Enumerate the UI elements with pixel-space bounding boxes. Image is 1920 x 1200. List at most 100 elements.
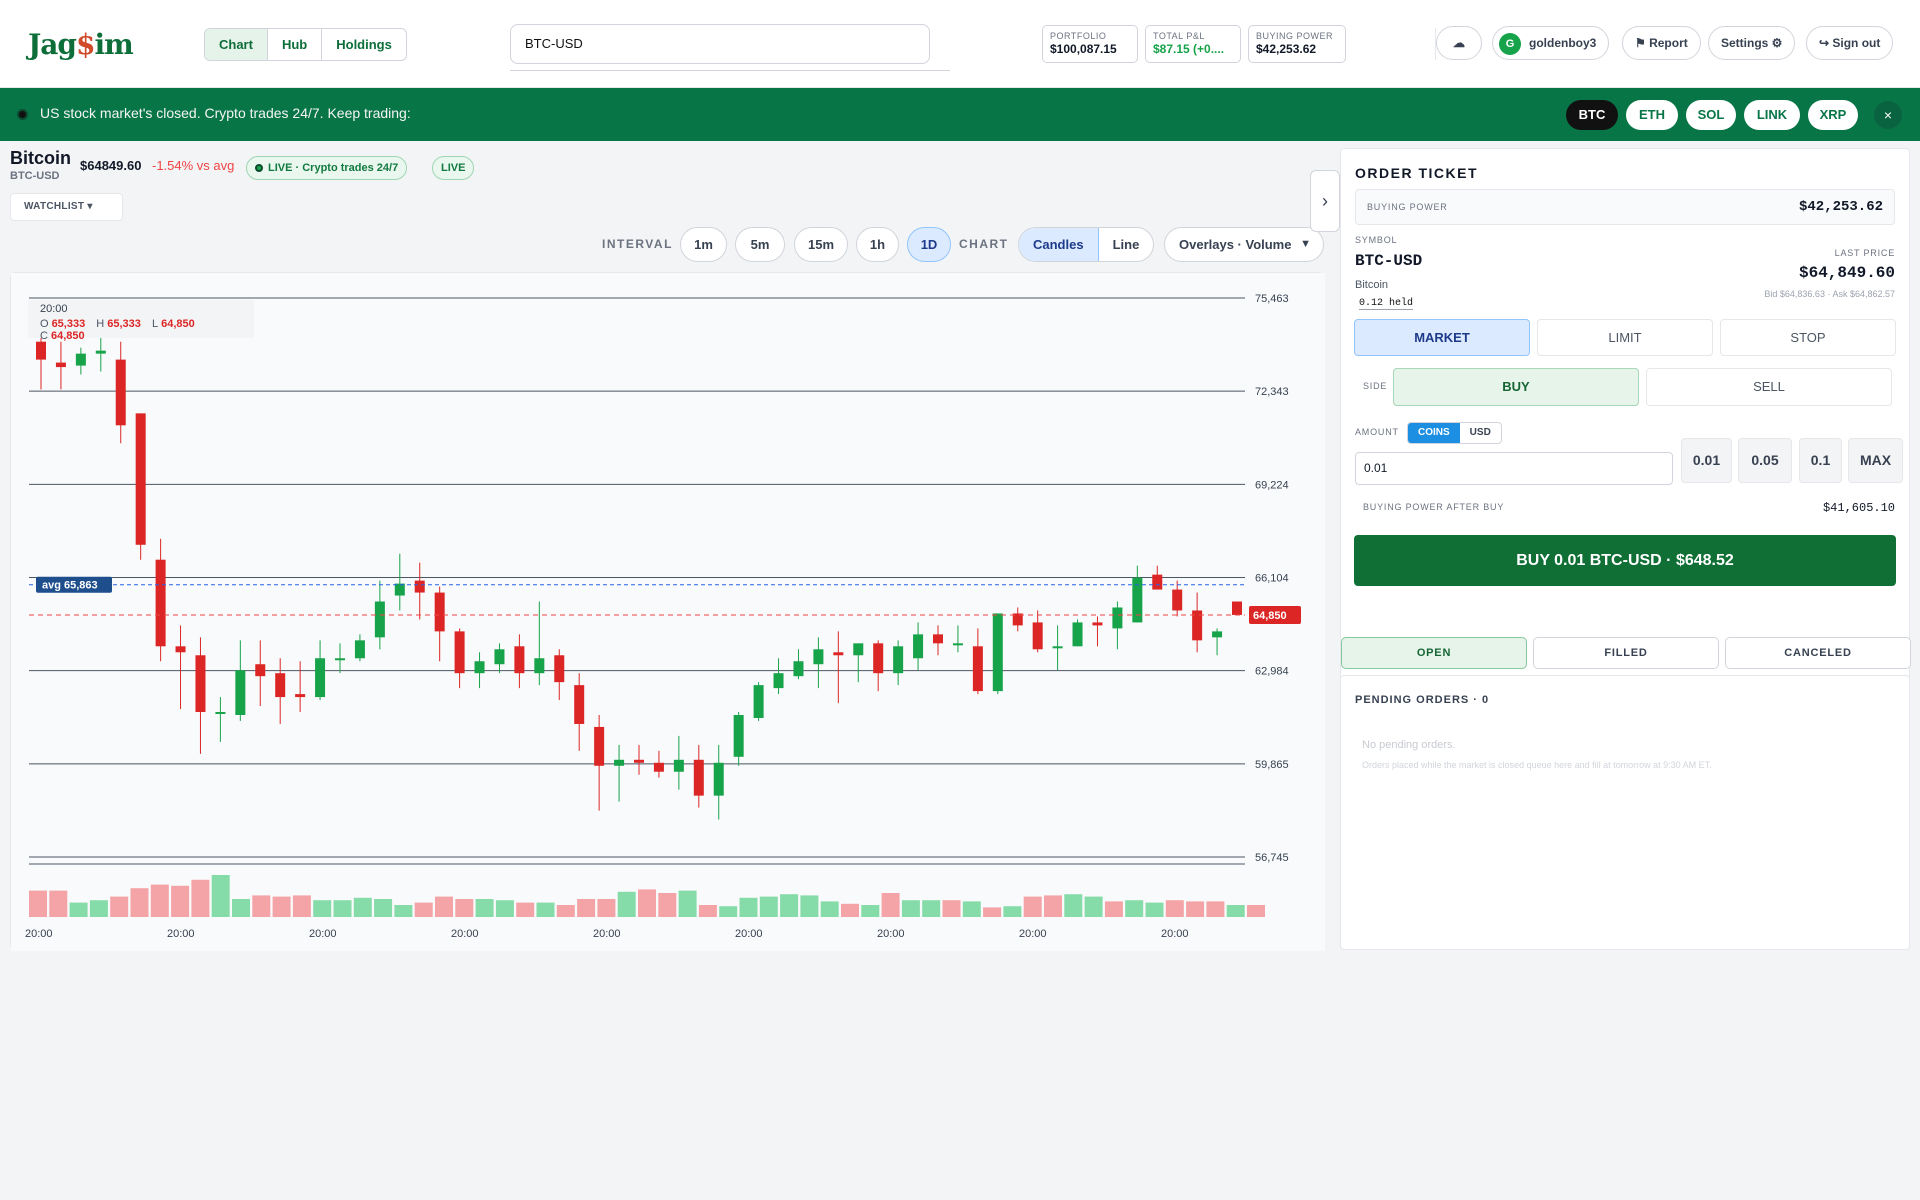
candle-body <box>853 643 864 656</box>
candle-body <box>514 646 525 674</box>
coin-pill-xrp[interactable]: XRP <box>1808 100 1858 130</box>
volume-bar <box>780 894 799 917</box>
volume-bar <box>1226 905 1245 917</box>
coin-pill-link[interactable]: LINK <box>1744 100 1800 130</box>
ohlc-high: 65,333 <box>107 318 141 330</box>
coin-pill-sol[interactable]: SOL <box>1686 100 1736 130</box>
app-logo[interactable]: Jag$im <box>28 22 134 66</box>
order-type-limit[interactable]: LIMIT <box>1537 319 1713 356</box>
volume-bar <box>1023 896 1042 917</box>
coin-pill-eth[interactable]: ETH <box>1626 100 1678 130</box>
volume-bar <box>698 905 717 917</box>
volume-bar <box>759 896 778 917</box>
candle-body <box>713 762 724 796</box>
theme-icon: ☁ <box>1453 36 1465 50</box>
tab-filled-orders[interactable]: FILLED <box>1533 637 1719 669</box>
overlays-dropdown[interactable]: Overlays · Volume ▼ <box>1164 227 1324 262</box>
asset-symbol: BTC-USD <box>10 170 60 182</box>
report-button[interactable]: ⚑ Report <box>1622 26 1701 60</box>
candle-body <box>733 714 744 757</box>
side-sell-button[interactable]: SELL <box>1646 368 1892 406</box>
tab-canceled-orders[interactable]: CANCELED <box>1725 637 1911 669</box>
volume-bar <box>211 875 230 917</box>
order-type-stop[interactable]: STOP <box>1720 319 1896 356</box>
order-type-market[interactable]: MARKET <box>1354 319 1530 356</box>
volume-bar <box>1125 900 1144 917</box>
tab-open-orders[interactable]: OPEN <box>1341 637 1527 669</box>
volume-bar <box>435 896 453 917</box>
sign-out-button[interactable]: ↪ Sign out <box>1806 26 1894 60</box>
buying-power-stat: BUYING POWER $42,253.62 <box>1248 25 1346 63</box>
time-tick-label: 20:00 <box>593 928 621 940</box>
chart-type-line[interactable]: Line <box>1099 228 1154 261</box>
candle-body <box>693 759 704 796</box>
quick-amount-0-1[interactable]: 0.1 <box>1799 438 1842 483</box>
volume-bar <box>962 901 981 917</box>
candlestick-chart-svg[interactable]: avg 65,863 64,850 75,463 72,343 69,224 66,10… <box>11 273 1325 951</box>
volume-bar <box>881 893 900 917</box>
price-tick-label: 62,984 <box>1255 666 1289 678</box>
bid-ask: Bid $64,836.63 · Ask $64,862.57 <box>1764 289 1895 299</box>
volume-bar <box>475 899 494 917</box>
coin-pill-btc[interactable]: BTC <box>1566 100 1618 130</box>
ticket-symbol: BTC-USD <box>1355 252 1423 270</box>
volume-bar <box>374 899 393 917</box>
quick-amount-max[interactable]: MAX <box>1848 438 1903 483</box>
candle-body <box>295 694 306 698</box>
candle-body <box>36 341 46 360</box>
user-menu-button[interactable]: Ggoldenboy3 <box>1492 26 1610 60</box>
volume-bar <box>1003 906 1022 917</box>
volume-bar <box>89 900 108 917</box>
quick-amount-0-05[interactable]: 0.05 <box>1738 438 1792 483</box>
candle-body <box>773 673 784 689</box>
price-chart[interactable]: avg 65,863 64,850 75,463 72,343 69,224 66,10… <box>10 272 1325 951</box>
tab-hub[interactable]: Hub <box>268 29 323 60</box>
interval-1d[interactable]: 1D <box>907 227 951 262</box>
candle-body <box>414 580 425 593</box>
symbol-search-input[interactable]: BTC-USD <box>510 24 930 64</box>
candle-body <box>753 685 764 718</box>
interval-1m[interactable]: 1m <box>680 227 727 262</box>
candle-body <box>315 658 326 698</box>
pending-orders-title: PENDING ORDERS · 0 <box>1355 694 1490 706</box>
price-tick-label: 72,343 <box>1255 386 1289 398</box>
volume-bar <box>414 902 433 917</box>
chart-type-candles[interactable]: Candles <box>1019 228 1099 261</box>
unit-usd[interactable]: USD <box>1460 423 1501 443</box>
amount-input[interactable]: 0.01 <box>1355 452 1673 485</box>
tab-chart[interactable]: Chart <box>205 29 268 60</box>
watchlist-dropdown[interactable]: WATCHLIST ▾ <box>10 193 123 221</box>
candle-body <box>55 362 66 368</box>
settings-button[interactable]: Settings ⚙ <box>1708 26 1796 60</box>
time-tick-label: 20:00 <box>25 928 53 940</box>
candle-body <box>394 583 405 596</box>
side-buy-button[interactable]: BUY <box>1393 368 1639 406</box>
candle-body <box>195 655 206 713</box>
side-label: SIDE <box>1363 381 1388 391</box>
quick-amount-0-01[interactable]: 0.01 <box>1681 438 1732 483</box>
candle-body <box>175 646 186 653</box>
interval-1h[interactable]: 1h <box>856 227 899 262</box>
tab-holdings[interactable]: Holdings <box>322 29 406 60</box>
candle-body <box>255 664 266 677</box>
theme-toggle-button[interactable]: ☁ <box>1436 26 1482 60</box>
banner-message: US stock market's closed. Crypto trades … <box>40 105 411 121</box>
candle-body <box>653 762 664 772</box>
submit-buy-button[interactable]: BUY 0.01 BTC-USD · $648.52 <box>1354 535 1896 586</box>
volume-bar <box>130 888 149 917</box>
close-icon[interactable]: × <box>1874 101 1902 129</box>
interval-15m[interactable]: 15m <box>794 227 848 262</box>
volume-bar <box>577 899 596 917</box>
volume-bar <box>1104 901 1123 917</box>
volume-bar <box>617 891 636 917</box>
candle-body <box>115 359 126 426</box>
candle-body <box>793 661 804 677</box>
volume-bar <box>49 890 68 917</box>
collapse-panel-button[interactable]: › <box>1310 170 1340 232</box>
empty-state-hint: Orders placed while the market is closed… <box>1362 760 1712 770</box>
interval-5m[interactable]: 5m <box>735 227 785 262</box>
volume-bar <box>110 896 129 917</box>
unit-coins[interactable]: COINS <box>1408 423 1460 443</box>
volume-bar <box>516 902 535 917</box>
empty-state: No pending orders. <box>1362 739 1456 751</box>
